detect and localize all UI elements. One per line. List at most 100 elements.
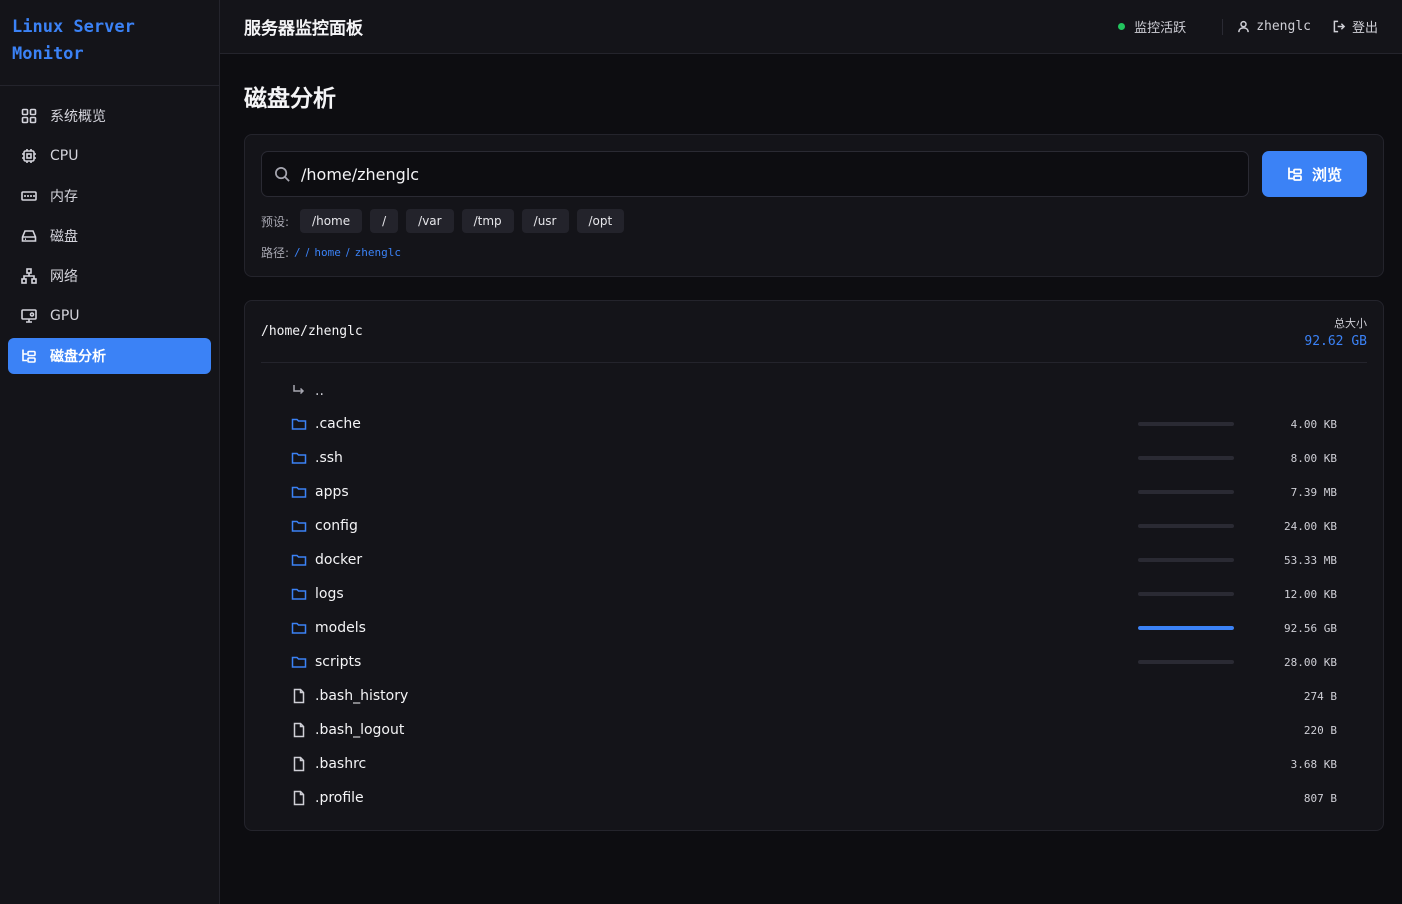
breadcrumb-zhenglc[interactable]: zhenglc [355,246,401,259]
folder-row[interactable]: scripts 28.00 KB [291,645,1383,679]
sidebar-item-disk[interactable]: 磁盘 [8,218,211,254]
preset-usr[interactable]: /usr [521,209,569,233]
sidebar-item-label: 磁盘分析 [50,349,106,365]
parent-directory-row[interactable]: .. [291,375,1383,407]
folder-row[interactable]: apps 7.39 MB [291,475,1383,509]
corner-down-right-icon [291,383,307,399]
entry-size: 220 B [1303,723,1337,737]
logout-label: 登出 [1351,21,1378,36]
sidebar-item-disk-analysis[interactable]: 磁盘分析 [8,338,211,374]
disk-icon [21,228,37,244]
file-icon [291,790,307,806]
username: zhenglc [1256,19,1311,34]
entry-size: 28.00 KB [1284,655,1337,669]
page-title: 磁盘分析 [244,86,336,112]
user-menu[interactable]: zhenglc [1237,19,1311,34]
folder-row[interactable]: models 92.56 GB [291,611,1383,645]
entry-name: scripts [315,654,362,670]
folder-icon [291,450,307,466]
main-content: 磁盘分析 浏览 预设: /home / /var /tmp /usr /opt … [220,54,1402,904]
sidebar-item-label: CPU [50,148,79,164]
breadcrumb-root[interactable]: / [294,246,301,259]
size-bar [1138,558,1234,562]
folder-row[interactable]: logs 12.00 KB [291,577,1383,611]
directory-listing: /home/zhenglc 总大小 92.62 GB .. .cache 4.00… [244,300,1384,831]
logout-icon [1333,20,1346,33]
sidebar-nav: 系统概览 CPU 内存 磁盘 网络 GPU 磁盘分析 [0,86,219,390]
sidebar-item-memory[interactable]: 内存 [8,178,211,214]
browse-button[interactable]: 浏览 [1262,151,1367,197]
folder-row[interactable]: config 24.00 KB [291,509,1383,543]
file-row[interactable]: .bashrc 3.68 KB [291,747,1383,781]
search-box[interactable] [261,151,1249,197]
preset-tmp[interactable]: /tmp [461,209,514,233]
entry-name: .bashrc [315,756,367,772]
current-path: /home/zhenglc [261,324,363,339]
sidebar-item-label: GPU [50,308,80,324]
search-card: 浏览 预设: /home / /var /tmp /usr /opt 路径: /… [244,134,1384,277]
folder-row[interactable]: .cache 4.00 KB [291,407,1383,441]
presets: 预设: /home / /var /tmp /usr /opt [261,209,1367,233]
entry-name: .ssh [315,450,343,466]
network-icon [21,268,37,284]
entry-name: docker [315,552,363,568]
folder-icon [291,416,307,432]
sidebar-item-network[interactable]: 网络 [8,258,211,294]
preset-root[interactable]: / [370,209,399,233]
entry-size: 92.56 GB [1284,621,1337,635]
file-icon [291,756,307,772]
sidebar-item-label: 内存 [50,189,78,205]
folder-row[interactable]: .ssh 8.00 KB [291,441,1383,475]
size-bar [1138,660,1234,664]
folder-icon [291,620,307,636]
sidebar-item-label: 网络 [50,269,78,285]
brand-line-2: Monitor [12,44,84,64]
folder-row[interactable]: docker 53.33 MB [291,543,1383,577]
path-input[interactable] [301,164,1221,184]
entry-name: .bash_history [315,688,409,704]
brand-line-1: Linux Server [12,17,135,37]
disk-analysis-icon [21,348,37,364]
file-row[interactable]: .profile 807 B [291,781,1383,815]
entry-size: 53.33 MB [1284,553,1337,567]
cpu-icon [21,148,37,164]
preset-opt[interactable]: /opt [576,209,625,233]
preset-home[interactable]: /home [300,209,363,233]
preset-var[interactable]: /var [406,209,454,233]
sidebar-item-cpu[interactable]: CPU [8,138,211,174]
size-bar [1138,490,1234,494]
entry-size: 807 B [1303,791,1337,805]
breadcrumb: 路径: / / home / zhenglc [261,244,1367,261]
sidebar-item-overview[interactable]: 系统概览 [8,98,211,134]
breadcrumb-separator: / [345,246,350,259]
logout-button[interactable]: 登出 [1333,17,1378,36]
file-icon [291,722,307,738]
file-icon [291,688,307,704]
file-row[interactable]: .bash_logout 220 B [291,713,1383,747]
entry-name: .profile [315,790,364,806]
size-bar [1138,626,1234,630]
total-size-label: 总大小 [1334,316,1367,330]
folder-icon [291,552,307,568]
size-bar [1138,592,1234,596]
folder-icon [291,654,307,670]
breadcrumb-home[interactable]: home [314,246,341,259]
app-title: 服务器监控面板 [244,19,363,39]
parent-directory-label: .. [315,383,324,399]
size-bar-fill [1138,626,1234,630]
file-row[interactable]: .bash_history 274 B [291,679,1383,713]
size-bar [1138,524,1234,528]
topbar-right: 监控活跃 zhenglc 登出 [1118,17,1378,36]
entry-name: apps [315,484,349,500]
breadcrumb-separator: / [305,246,310,259]
entry-size: 12.00 KB [1284,587,1337,601]
sidebar: Linux Server Monitor 系统概览 CPU 内存 磁盘 网络 G… [0,0,220,904]
status-dot-icon [1118,23,1126,30]
sidebar-item-gpu[interactable]: GPU [8,298,211,334]
browse-label: 浏览 [1311,165,1342,184]
folder-icon [291,518,307,534]
total-size: 总大小 92.62 GB [1304,315,1367,349]
entry-name: models [315,620,366,636]
total-size-value: 92.62 GB [1304,333,1367,349]
folder-icon [291,484,307,500]
